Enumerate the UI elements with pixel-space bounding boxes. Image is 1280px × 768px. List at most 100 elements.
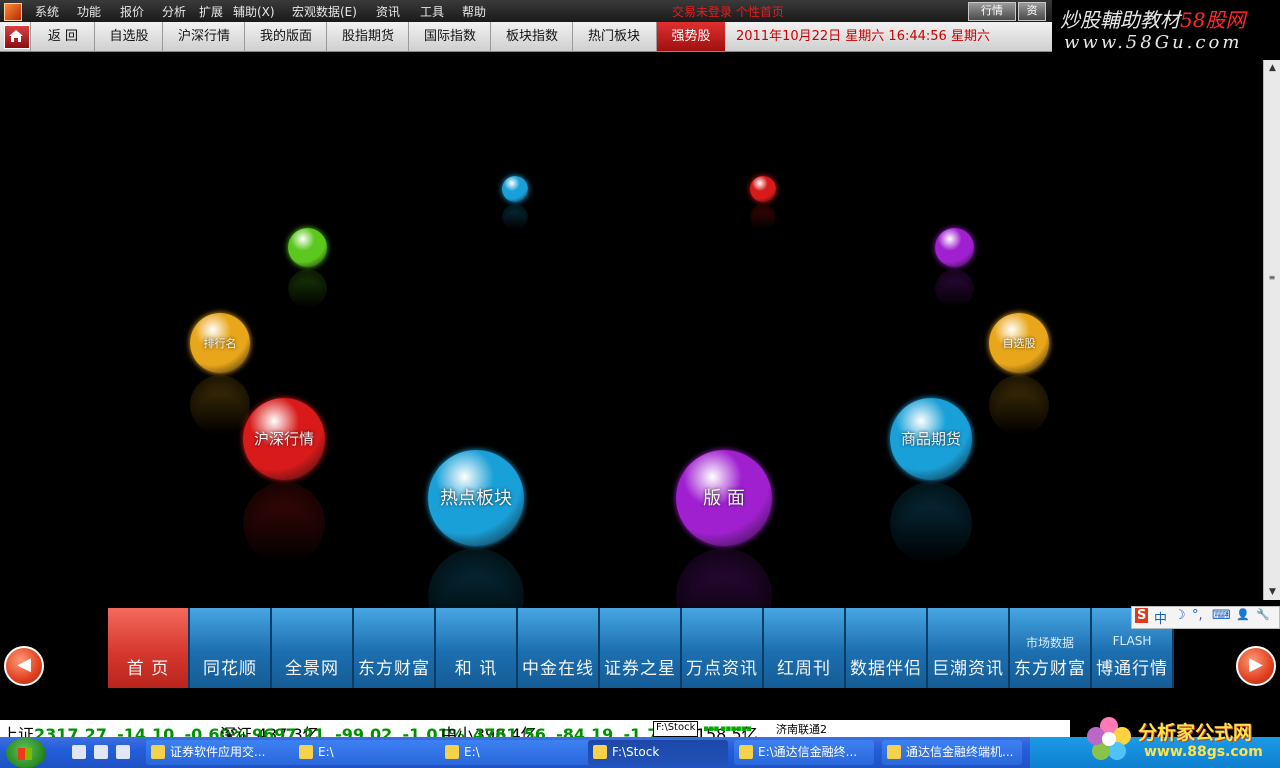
bubble-reflection xyxy=(502,204,528,230)
chinese-mode-icon[interactable]: 中 xyxy=(1154,608,1167,627)
arrow-left-icon: ◀ xyxy=(17,654,31,675)
quicklaunch-browser-icon[interactable] xyxy=(116,745,130,759)
network-status: 济南联通2 xyxy=(776,723,827,736)
menu-function[interactable]: 功能 xyxy=(77,3,101,20)
bubble-reflection xyxy=(288,269,327,308)
tile-home[interactable]: 首 页 xyxy=(108,608,190,688)
tile-cnfol[interactable]: 中金在线 xyxy=(518,608,600,688)
user-icon[interactable]: 👤 xyxy=(1236,608,1250,621)
scroll-thumb[interactable]: ≡ xyxy=(1267,274,1277,282)
scroll-down-icon[interactable]: ▼ xyxy=(1264,584,1280,600)
tile-label: 博通行情 xyxy=(1096,659,1168,679)
task-label: F:\Stock xyxy=(612,745,660,759)
bubble-small-purple[interactable] xyxy=(935,228,974,267)
task-drive-e-1[interactable]: E:\ xyxy=(294,740,444,765)
toolbar-my-layout[interactable]: 我的版面 xyxy=(244,22,327,51)
login-status[interactable]: 交易未登录 个性首页 xyxy=(672,3,784,20)
quicklaunch-app-icon[interactable] xyxy=(94,745,108,759)
tile-sub: 市场数据 xyxy=(1025,636,1074,650)
tile-label: 和 讯 xyxy=(454,659,498,679)
ime-toolbar[interactable]: S 中 ☽ °, ⌨ 👤 🔧 xyxy=(1131,606,1280,629)
bubble-watchlist[interactable]: 自选股 xyxy=(989,313,1049,373)
bubble-layout[interactable]: 版 面 xyxy=(676,450,772,546)
bubble-ranking[interactable]: 排行名 xyxy=(190,313,250,373)
menu-quote[interactable]: 报价 xyxy=(120,3,144,20)
tile-wandian[interactable]: 万点资讯 xyxy=(682,608,764,688)
toolbar-sector-index[interactable]: 板块指数 xyxy=(490,22,573,51)
tile-10jqka[interactable]: 同花顺 xyxy=(190,608,272,688)
tile-label: 中金在线 xyxy=(522,659,594,679)
tile-label: 同花顺 xyxy=(203,659,257,679)
toolbar-hot-sectors[interactable]: 热门板块 xyxy=(572,22,655,51)
tile-eastmoney[interactable]: 东方财富 xyxy=(354,608,436,688)
toolbar-index-futures[interactable]: 股指期货 xyxy=(326,22,409,51)
task-label: 证券软件应用交... xyxy=(170,745,266,759)
bubble-shsz-quotes[interactable]: 沪深行情 xyxy=(243,398,325,480)
task-label: 通达信金融终端机... xyxy=(906,745,1014,759)
toolbar-intl-index[interactable]: 国际指数 xyxy=(408,22,491,51)
bubble-small-red[interactable] xyxy=(750,176,776,202)
toolbar-watchlist[interactable]: 自选股 xyxy=(94,22,163,51)
tile-stockstar[interactable]: 证券之星 xyxy=(600,608,682,688)
task-drive-e-2[interactable]: E:\ xyxy=(440,740,590,765)
info-window-button[interactable]: 资 xyxy=(1018,2,1046,21)
next-arrow-button[interactable]: ▶ xyxy=(1236,646,1276,686)
toolbar-shsz-quotes[interactable]: 沪深行情 xyxy=(162,22,245,51)
menu-macro-data[interactable]: 宏观数据(E) xyxy=(292,3,357,20)
settings-icon[interactable]: 🔧 xyxy=(1256,608,1270,621)
menu-extend[interactable]: 扩展 xyxy=(199,3,223,20)
halfwidth-icon[interactable]: ☽ xyxy=(1174,608,1186,623)
brand-title-suffix: 58股网 xyxy=(1180,8,1246,32)
task-drive-icon xyxy=(299,745,313,759)
brand-url: www.58Gu.com xyxy=(1064,32,1243,53)
menu-system[interactable]: 系统 xyxy=(35,3,59,20)
menu-tools[interactable]: 工具 xyxy=(420,3,444,20)
toolbar-back[interactable]: 返 回 xyxy=(30,22,95,51)
task-folder-icon xyxy=(593,745,607,759)
tile-eastmoney-data[interactable]: 市场数据 东方财富 xyxy=(1010,608,1092,688)
toolbar-strong-stocks[interactable]: 强势股 xyxy=(656,22,725,51)
bubble-small-green[interactable] xyxy=(288,228,327,267)
datetime-display: 2011年10月22日 星期六 16:44:56 星期六 xyxy=(736,29,990,44)
bubble-small-blue[interactable] xyxy=(502,176,528,202)
vertical-scrollbar[interactable]: ▲ ≡ ▼ xyxy=(1263,60,1280,600)
task-stock-folder[interactable]: F:\Stock xyxy=(588,740,728,765)
punctuation-icon[interactable]: °, xyxy=(1192,608,1203,623)
bubble-label: 自选股 xyxy=(1002,337,1036,350)
scroll-up-icon[interactable]: ▲ xyxy=(1264,60,1280,76)
sogou-icon[interactable]: S xyxy=(1135,608,1149,623)
task-tdx-folder[interactable]: E:\通达信金融终... xyxy=(734,740,874,765)
bubble-commodity-futures[interactable]: 商品期货 xyxy=(890,398,972,480)
menu-analysis[interactable]: 分析 xyxy=(162,3,186,20)
tile-data-partner[interactable]: 数据伴侣 xyxy=(846,608,928,688)
arrow-right-icon: ▶ xyxy=(1249,654,1263,675)
bubble-reflection xyxy=(890,482,972,564)
quote-window-button[interactable]: 行情 xyxy=(968,2,1016,21)
watermark-logo: 分析家公式网 www.88gs.com xyxy=(1080,712,1280,768)
tile-hexun[interactable]: 和 讯 xyxy=(436,608,518,688)
task-folder-icon xyxy=(739,745,753,759)
prev-arrow-button[interactable]: ◀ xyxy=(4,646,44,686)
task-tdx-app[interactable]: 通达信金融终端机... xyxy=(882,740,1022,765)
tile-cninfo[interactable]: 巨潮资讯 xyxy=(928,608,1010,688)
tile-p5w[interactable]: 全景网 xyxy=(272,608,354,688)
task-app-icon xyxy=(887,745,901,759)
home-button[interactable] xyxy=(4,25,30,49)
menu-help[interactable]: 帮助 xyxy=(462,3,486,20)
tile-label: 全景网 xyxy=(285,659,339,679)
tile-label: 红周刊 xyxy=(777,659,831,679)
bubble-hot-sectors[interactable]: 热点板块 xyxy=(428,450,524,546)
tile-red-weekly[interactable]: 红周刊 xyxy=(764,608,846,688)
home-icon xyxy=(9,30,23,42)
menu-assist[interactable]: 辅助(X) xyxy=(233,3,275,20)
bubble-reflection xyxy=(989,375,1049,435)
keyboard-icon[interactable]: ⌨ xyxy=(1212,608,1231,623)
bubble-label: 沪深行情 xyxy=(253,430,314,448)
show-desktop-icon[interactable] xyxy=(72,745,86,759)
task-app-icon xyxy=(151,745,165,759)
menu-info[interactable]: 资讯 xyxy=(376,3,400,20)
tile-label: 巨潮资讯 xyxy=(932,659,1004,679)
app-logo-icon[interactable] xyxy=(4,3,22,21)
tile-label: 证券之星 xyxy=(604,659,676,679)
task-securities-app[interactable]: 证券软件应用交... xyxy=(146,740,296,765)
